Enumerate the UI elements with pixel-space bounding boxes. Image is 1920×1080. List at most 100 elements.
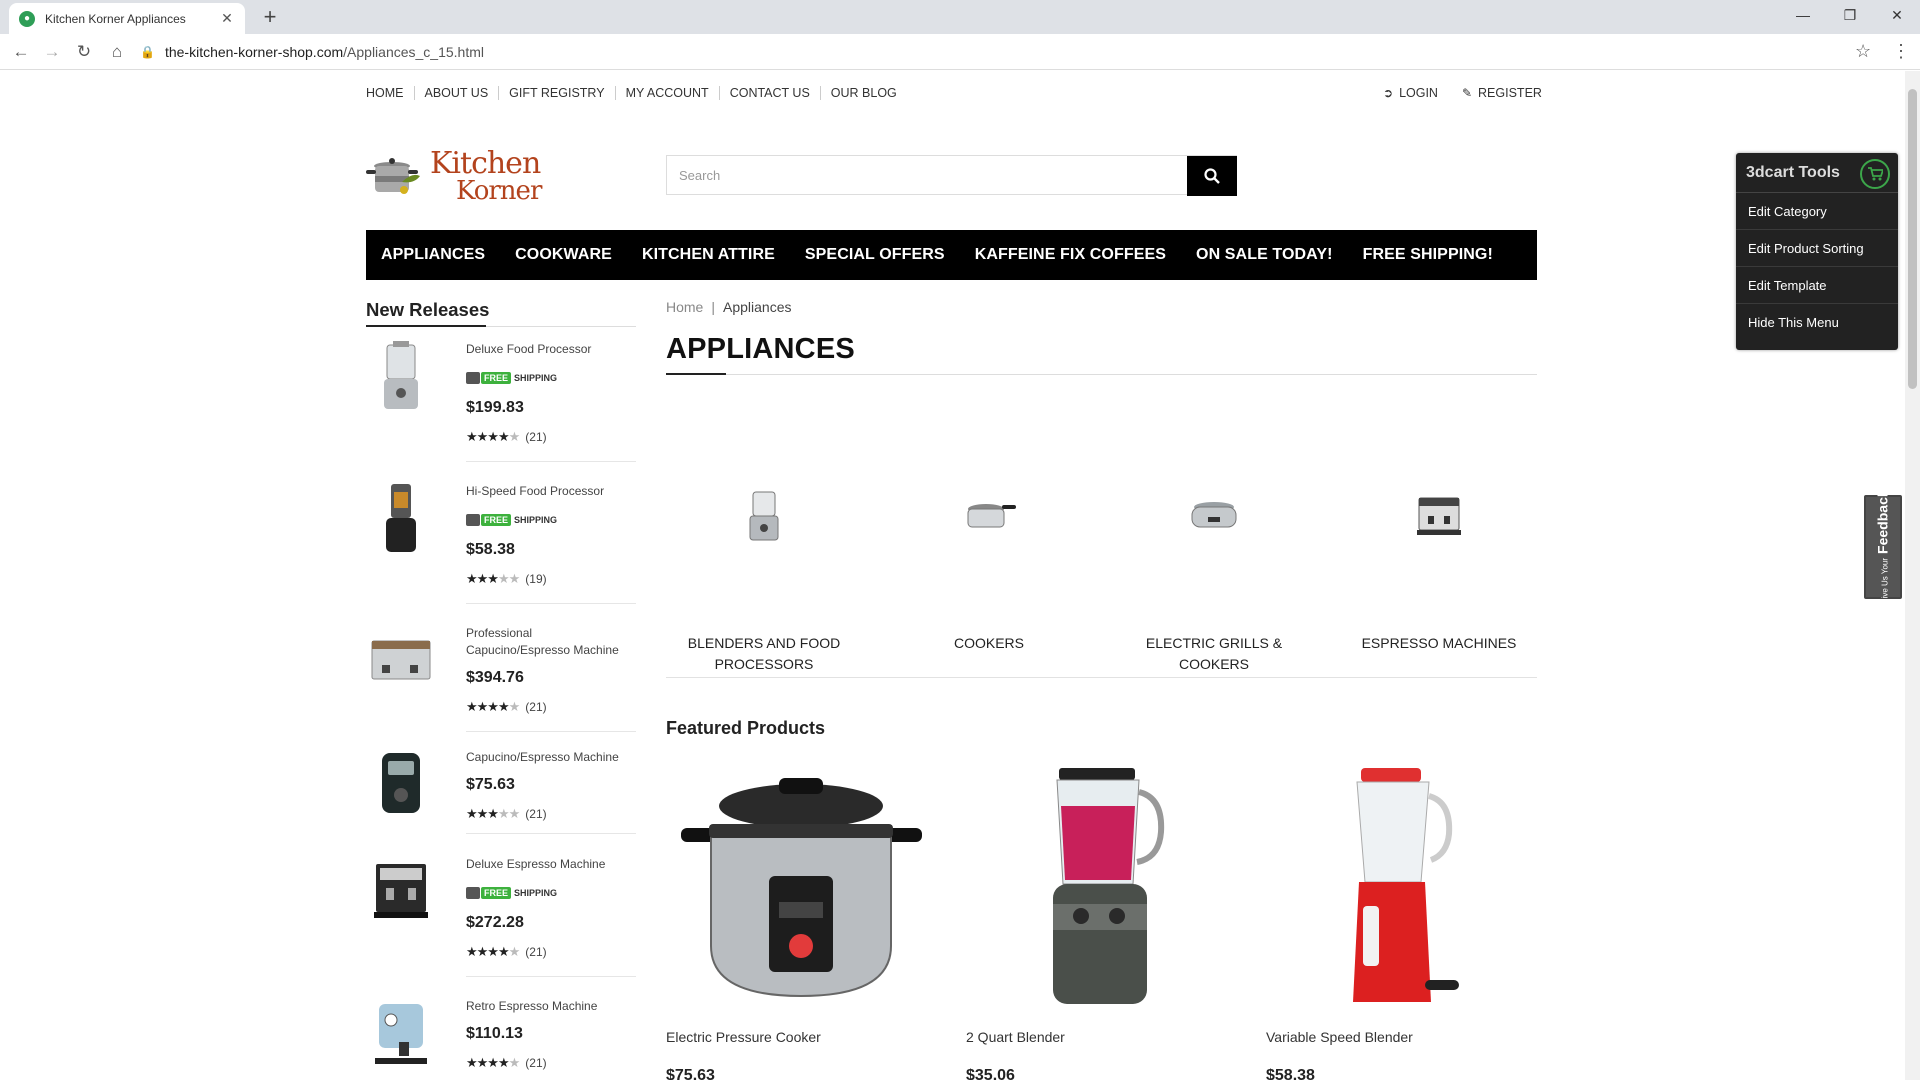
- retro-espresso-machine-image[interactable]: [366, 998, 436, 1068]
- category-tile[interactable]: ELECTRIC GRILLS & COOKERS: [1114, 466, 1314, 675]
- section-divider: [666, 677, 1537, 678]
- product-card[interactable]: Electric Pressure Cooker $75.63: [666, 763, 936, 1080]
- tools-header[interactable]: 3dcart Tools: [1736, 153, 1898, 193]
- free-shipping-badge: FREE SHIPPING: [466, 370, 557, 386]
- feedback-tab[interactable]: Give Us Your Feedback: [1864, 489, 1902, 605]
- search-input[interactable]: [667, 156, 1236, 194]
- food-processor-image[interactable]: [366, 483, 436, 553]
- edit-template-link[interactable]: Edit Template: [1736, 267, 1898, 304]
- site-favicon-icon: ●: [19, 10, 35, 27]
- product-name[interactable]: Hi-Speed Food Processor: [466, 483, 636, 500]
- category-tile[interactable]: BLENDERS AND FOOD PROCESSORS: [664, 466, 864, 675]
- login-icon: ➲: [1383, 86, 1394, 100]
- breadcrumb-current: Appliances: [723, 299, 792, 315]
- category-label[interactable]: COOKERS: [889, 633, 1089, 654]
- star-rating-icon: ★★★★★: [466, 806, 520, 821]
- product-price: $272.28: [466, 914, 524, 931]
- nav-contact-link[interactable]: CONTACT US: [718, 86, 820, 100]
- pencil-icon: ✎: [1461, 86, 1473, 100]
- product-rating: ★★★★★ (21): [466, 429, 547, 444]
- slow-cooker-icon[interactable]: [1114, 466, 1314, 566]
- 3dcart-tools-panel: 3dcart Tools Edit Category Edit Product …: [1736, 153, 1898, 350]
- product-name[interactable]: 2 Quart Blender: [966, 1029, 1236, 1045]
- forward-icon[interactable]: →: [41, 41, 63, 63]
- home-icon[interactable]: ⌂: [106, 41, 128, 63]
- tab-close-icon[interactable]: ✕: [219, 10, 235, 27]
- page-scrollbar[interactable]: [1905, 71, 1920, 1080]
- espresso-machine-image[interactable]: [366, 856, 436, 926]
- breadcrumb-separator: |: [711, 299, 715, 315]
- back-icon[interactable]: ←: [10, 41, 32, 63]
- nav-my-account-link[interactable]: MY ACCOUNT: [614, 86, 719, 100]
- address-bar: ← → ↻ ⌂ 🔒 the-kitchen-korner-shop.com /A…: [0, 34, 1920, 70]
- edit-category-link[interactable]: Edit Category: [1736, 193, 1898, 230]
- reload-icon[interactable]: ↻: [73, 41, 95, 63]
- product-name[interactable]: Variable Speed Blender: [1266, 1029, 1536, 1045]
- nav-kaffeine-fix-coffees[interactable]: KAFFEINE FIX COFFEES: [975, 246, 1166, 264]
- product-name[interactable]: Professional Capucino/Espresso Machine: [466, 625, 636, 659]
- star-rating-icon: ★★★★★: [466, 944, 520, 959]
- nav-special-offers[interactable]: SPECIAL OFFERS: [805, 246, 945, 264]
- free-shipping-badge: FREE SHIPPING: [466, 885, 557, 901]
- nav-home-link[interactable]: HOME: [366, 86, 414, 100]
- product-rating: ★★★★★ (19): [466, 571, 547, 586]
- category-tile[interactable]: ESPRESSO MACHINES: [1339, 466, 1539, 654]
- nav-cookware[interactable]: COOKWARE: [515, 246, 612, 264]
- minimize-icon[interactable]: —: [1780, 0, 1826, 30]
- site-logo[interactable]: Kitchen Korner: [366, 146, 542, 206]
- nav-appliances[interactable]: APPLIANCES: [381, 246, 485, 264]
- login-label: LOGIN: [1399, 86, 1438, 100]
- edit-product-sorting-link[interactable]: Edit Product Sorting: [1736, 230, 1898, 267]
- feedback-small-text: Give Us Your: [1881, 557, 1891, 605]
- product-card[interactable]: Variable Speed Blender $58.38: [1266, 763, 1536, 1080]
- tools-title: 3dcart Tools: [1746, 163, 1840, 181]
- login-link[interactable]: ➲ LOGIN: [1383, 86, 1438, 100]
- product-name[interactable]: Retro Espresso Machine: [466, 998, 636, 1015]
- breadcrumb-home-link[interactable]: Home: [666, 299, 703, 315]
- product-price: $394.76: [466, 669, 524, 686]
- category-tile[interactable]: COOKERS: [889, 466, 1089, 654]
- restore-icon[interactable]: ❐: [1827, 0, 1873, 30]
- product-name[interactable]: Capucino/Espresso Machine: [466, 749, 636, 766]
- food-processor-icon[interactable]: [664, 466, 864, 566]
- pressure-cooker-image[interactable]: [666, 763, 936, 1013]
- browser-menu-icon[interactable]: ⋮: [1892, 41, 1910, 62]
- window-close-icon[interactable]: ✕: [1874, 0, 1920, 30]
- nav-blog-link[interactable]: OUR BLOG: [819, 86, 907, 100]
- food-processor-image[interactable]: [366, 341, 436, 411]
- espresso-machine-image[interactable]: [366, 749, 436, 819]
- product-name[interactable]: Deluxe Food Processor: [466, 341, 636, 358]
- category-label[interactable]: ESPRESSO MACHINES: [1339, 633, 1539, 654]
- espresso-machine-icon[interactable]: [1339, 466, 1539, 566]
- product-name[interactable]: Electric Pressure Cooker: [666, 1029, 936, 1045]
- product-name[interactable]: Deluxe Espresso Machine: [466, 856, 636, 873]
- truck-icon: [466, 887, 480, 899]
- category-label[interactable]: BLENDERS AND FOOD PROCESSORS: [664, 633, 864, 675]
- blender-image[interactable]: [966, 763, 1236, 1013]
- pressure-cooker-icon[interactable]: [889, 466, 1089, 566]
- new-tab-icon[interactable]: +: [258, 4, 282, 29]
- hide-menu-link[interactable]: Hide This Menu: [1736, 304, 1898, 341]
- nav-on-sale-today[interactable]: ON SALE TODAY!: [1196, 246, 1333, 264]
- nav-free-shipping[interactable]: FREE SHIPPING!: [1363, 246, 1493, 264]
- list-divider: [466, 833, 636, 834]
- nav-about-link[interactable]: ABOUT US: [413, 86, 499, 100]
- new-releases-title: New Releases: [366, 299, 490, 320]
- bookmark-star-icon[interactable]: ☆: [1855, 41, 1871, 62]
- browser-tab[interactable]: ● Kitchen Korner Appliances ✕: [9, 3, 245, 34]
- search-icon: [1204, 168, 1220, 184]
- search-button[interactable]: [1187, 156, 1237, 196]
- nav-gift-registry-link[interactable]: GIFT REGISTRY: [498, 86, 614, 100]
- register-label: REGISTER: [1478, 86, 1542, 100]
- pot-logo-icon: [366, 158, 420, 194]
- product-card[interactable]: 2 Quart Blender $35.06: [966, 763, 1236, 1080]
- register-link[interactable]: ✎ REGISTER: [1462, 86, 1542, 100]
- espresso-machine-image[interactable]: [366, 625, 436, 695]
- nav-kitchen-attire[interactable]: KITCHEN ATTIRE: [642, 246, 775, 264]
- star-rating-icon: ★★★★★: [466, 429, 520, 444]
- product-rating: ★★★★★ (21): [466, 806, 547, 821]
- product-price: $58.38: [1266, 1067, 1315, 1080]
- category-label[interactable]: ELECTRIC GRILLS & COOKERS: [1114, 633, 1314, 675]
- blender-image[interactable]: [1266, 763, 1536, 1013]
- url-field[interactable]: 🔒 the-kitchen-korner-shop.com /Appliance…: [140, 39, 1870, 65]
